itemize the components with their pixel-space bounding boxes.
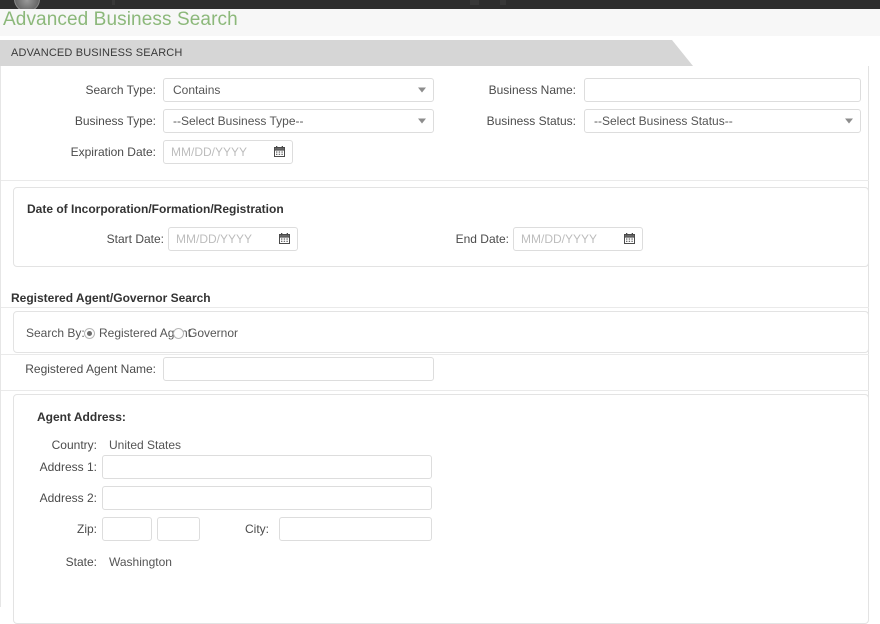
site-logo-icon[interactable] [14, 0, 40, 9]
top-navbar [0, 0, 880, 9]
business-type-value: --Select Business Type-- [173, 114, 304, 128]
page-title: Advanced Business Search [3, 9, 238, 30]
business-status-value: --Select Business Status-- [594, 114, 733, 128]
start-date-input[interactable] [168, 227, 298, 251]
agent-address-title: Agent Address: [37, 410, 126, 424]
search-by-label: Search By: [26, 326, 85, 340]
search-type-select[interactable]: Contains [163, 78, 434, 102]
expiration-date-label: Expiration Date: [70, 145, 156, 159]
search-type-value: Contains [173, 83, 221, 97]
incorporation-section-title: Date of Incorporation/Formation/Registra… [27, 202, 284, 216]
section-divider [1, 390, 869, 391]
end-date-input[interactable] [513, 227, 643, 251]
navbar-item-placeholder[interactable] [470, 0, 479, 5]
business-name-input[interactable] [584, 78, 861, 102]
zip-input[interactable] [102, 517, 152, 541]
country-label: Country: [51, 438, 97, 452]
address1-label: Address 1: [39, 460, 97, 474]
radio-governor[interactable] [173, 328, 184, 339]
expiration-date-field[interactable] [163, 140, 293, 164]
start-date-label: Start Date: [106, 232, 164, 246]
business-name-label: Business Name: [488, 83, 576, 97]
business-type-select[interactable]: --Select Business Type-- [163, 109, 434, 133]
address2-input[interactable] [102, 486, 432, 510]
registered-agent-name-input[interactable] [163, 357, 434, 381]
navbar-item-placeholder[interactable] [500, 0, 506, 5]
city-label: City: [245, 522, 269, 536]
state-label: State: [65, 555, 97, 569]
address2-label: Address 2: [39, 491, 97, 505]
section-divider [1, 354, 869, 355]
registered-agent-name-label: Registered Agent Name: [25, 362, 156, 376]
section-divider [1, 307, 869, 308]
navbar-item-placeholder[interactable] [112, 0, 115, 5]
tab-label: ADVANCED BUSINESS SEARCH [11, 47, 183, 59]
search-type-label: Search Type: [85, 83, 157, 97]
city-input[interactable] [279, 517, 432, 541]
state-value: Washington [109, 555, 172, 569]
end-date-label: End Date: [455, 232, 509, 246]
page-header: Advanced Business Search [0, 9, 880, 36]
business-type-label: Business Type: [74, 114, 156, 128]
business-status-select[interactable]: --Select Business Status-- [584, 109, 861, 133]
chevron-down-icon [845, 118, 853, 124]
search-by-box: Search By: Registered Agent Governor [13, 311, 869, 353]
section-divider [1, 180, 869, 181]
country-value: United States [109, 438, 182, 452]
search-form-panel: Search Type: Contains Business Name: Bus… [0, 66, 869, 624]
business-status-label: Business Status: [486, 114, 576, 128]
agent-section-title: Registered Agent/Governor Search [11, 291, 211, 305]
tab-strip: ADVANCED BUSINESS SEARCH [0, 40, 880, 66]
address1-input[interactable] [102, 455, 432, 479]
end-date-field[interactable] [513, 227, 643, 251]
start-date-field[interactable] [168, 227, 298, 251]
zip-extension-input[interactable] [157, 517, 200, 541]
incorporation-section: Date of Incorporation/Formation/Registra… [13, 187, 869, 267]
expiration-date-input[interactable] [163, 140, 293, 164]
radio-governor-label: Governor [188, 326, 239, 340]
zip-label: Zip: [76, 522, 97, 536]
agent-address-section: Agent Address: Country: United States Ad… [13, 394, 869, 624]
radio-registered-agent[interactable] [84, 328, 95, 339]
